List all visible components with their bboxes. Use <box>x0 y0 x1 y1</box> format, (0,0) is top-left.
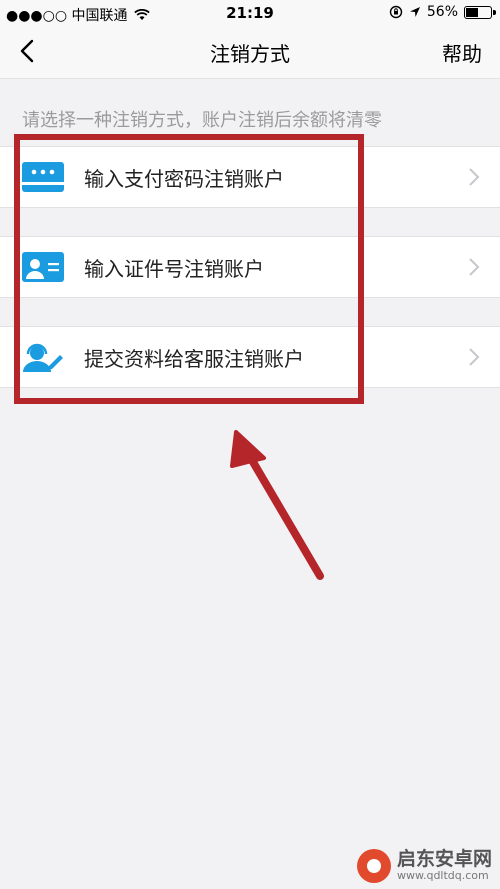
chevron-right-icon <box>469 348 480 366</box>
battery-level <box>466 7 478 17</box>
option-payment-password[interactable]: 输入支付密码注销账户 <box>0 146 500 208</box>
watermark-url: www.qdltdq.com <box>396 869 489 883</box>
option-id-number[interactable]: 输入证件号注销账户 <box>0 236 500 298</box>
help-button[interactable]: 帮助 <box>442 38 482 67</box>
option-customer-service[interactable]: 提交资料给客服注销账户 <box>0 326 500 388</box>
watermark-title: 启东安卓网 <box>396 848 492 871</box>
watermark-logo-icon <box>356 849 391 883</box>
battery-percent: 56% <box>426 4 458 20</box>
chevron-right-icon <box>469 258 480 276</box>
watermark: 启东安卓网 www.qdltdq.com <box>356 848 492 883</box>
nav-bar: 注销方式 帮助 <box>0 26 500 79</box>
option-label: 提交资料给客服注销账户 <box>84 347 304 371</box>
customer-service-icon <box>23 343 63 372</box>
instruction-text: 请选择一种注销方式，账户注销后余额将清零 <box>22 110 382 131</box>
status-bar: ●●●○○ 中国联通 21:19 56% <box>0 0 500 26</box>
location-arrow-icon <box>409 7 420 17</box>
annotation-arrow <box>230 430 324 580</box>
status-right: 56% <box>389 4 496 20</box>
battery-icon <box>464 5 496 19</box>
id-card-icon <box>22 252 64 282</box>
rotation-lock-icon <box>389 5 403 19</box>
watermark-text: 启东安卓网 www.qdltdq.com <box>396 848 492 883</box>
option-label: 输入支付密码注销账户 <box>84 167 284 191</box>
password-card-icon <box>22 162 64 192</box>
option-label: 输入证件号注销账户 <box>84 257 264 281</box>
page-title: 注销方式 <box>210 42 290 66</box>
chevron-right-icon <box>469 168 480 186</box>
